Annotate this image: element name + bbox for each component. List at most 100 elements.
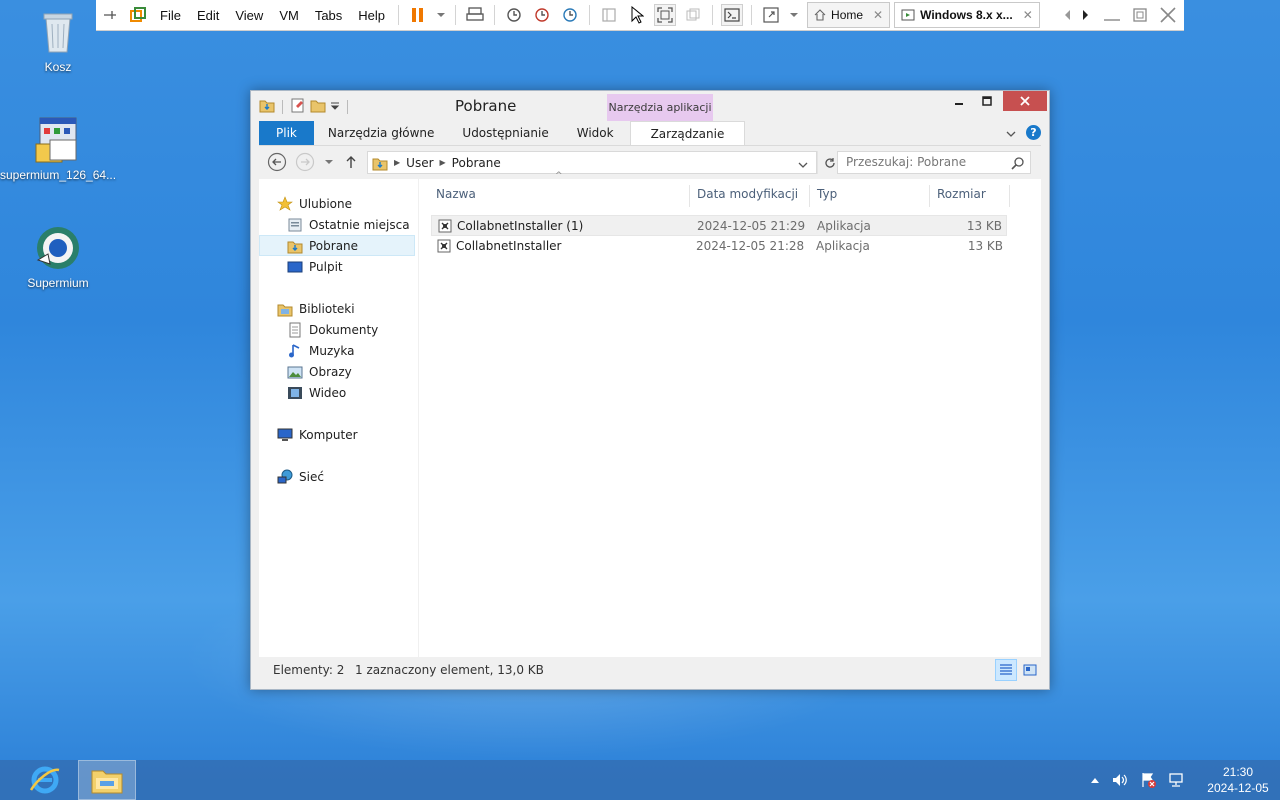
context-tab-group: Narzędzia aplikacji [607,94,713,121]
supermium-browser-icon [34,224,82,272]
maximize-icon[interactable] [1129,4,1151,26]
column-header-size[interactable]: Rozmiar [937,187,986,207]
nav-favorites[interactable]: Ulubione [259,193,415,214]
title-bar[interactable]: Pobrane Narzędzia aplikacji [251,91,1049,121]
close-icon[interactable] [1157,4,1179,26]
tab-share[interactable]: Udostępnianie [448,121,562,145]
flag-alert-icon[interactable] [1140,772,1156,788]
address-bar[interactable]: ▶ User ▶ Pobrane [367,151,817,174]
tab-home[interactable]: Narzędzia główne [314,121,449,145]
nav-computer[interactable]: Komputer [259,424,415,445]
expand-ribbon-icon[interactable] [1006,126,1016,140]
table-row[interactable]: CollabnetInstaller (1) 2024-12-05 21:29 … [431,215,1007,236]
unity-icon[interactable] [682,4,704,26]
nav-documents-label: Dokumenty [309,322,379,337]
forward-button[interactable] [295,152,315,172]
application-icon [437,218,453,237]
tab-scroll-right-icon[interactable] [1080,4,1092,26]
recent-locations-icon[interactable] [319,152,339,172]
nav-downloads[interactable]: Pobrane [259,235,415,256]
up-button[interactable] [341,152,361,172]
chevron-down-icon[interactable] [435,4,447,26]
search-icon[interactable] [1011,156,1024,177]
desktop-icon-supermium[interactable]: Supermium [0,224,116,290]
large-icons-view-button[interactable] [1019,659,1041,681]
nav-music-label: Muzyka [309,343,355,358]
properties-icon[interactable] [290,97,306,116]
breadcrumb-arrow-icon[interactable]: ▶ [440,158,446,167]
tab-manage[interactable]: Zarządzanie [629,121,746,145]
back-button[interactable] [267,152,287,172]
full-screen-icon[interactable] [654,4,677,26]
revert-snapshot-icon[interactable] [531,4,553,26]
qat-separator [347,99,348,114]
nav-libraries-label: Biblioteki [299,301,355,316]
menu-view[interactable]: View [227,0,271,31]
file-explorer-icon [91,770,123,794]
help-icon[interactable]: ? [1026,125,1041,140]
breadcrumb-downloads[interactable]: Pobrane [452,156,501,170]
column-header-name[interactable]: Nazwa [436,187,476,207]
nav-desktop[interactable]: Pulpit [259,256,415,277]
search-input[interactable]: Przeszukaj: Pobrane [837,151,1031,174]
menu-file[interactable]: File [152,0,189,31]
menu-help[interactable]: Help [350,0,393,31]
sidebar-toggle-icon[interactable] [598,4,620,26]
table-row[interactable]: CollabnetInstaller 2024-12-05 21:28 Apli… [431,236,1007,257]
close-button[interactable] [1003,91,1047,111]
maximize-button[interactable] [975,91,999,111]
desktop-icon-recycle-bin[interactable]: Kosz [0,8,116,74]
nav-videos[interactable]: Wideo [259,382,415,403]
column-header-type[interactable]: Typ [817,187,837,207]
nav-recent-places[interactable]: Ostatnie miejsca [259,214,415,235]
nav-downloads-label: Pobrane [309,238,359,253]
nav-libraries[interactable]: Biblioteki [259,298,415,319]
nav-music[interactable]: Muzyka [259,340,415,361]
new-folder-icon[interactable] [310,97,326,116]
file-date: 2024-12-05 21:29 [697,219,806,233]
tab-windows-vm[interactable]: Windows 8.x x... ✕ [894,2,1040,28]
menu-edit[interactable]: Edit [189,0,227,31]
internet-explorer-button[interactable] [16,760,74,800]
snapshot-icon[interactable] [503,4,525,26]
folder-download-icon[interactable] [259,97,275,116]
sort-ascending-icon: ^ [555,171,563,181]
nav-documents[interactable]: Dokumenty [259,319,415,340]
clock[interactable]: 21:30 2024-12-05 [1196,764,1280,796]
chevron-down-icon[interactable] [788,4,800,26]
console-icon[interactable] [721,4,744,26]
minimize-button[interactable] [947,91,971,111]
network-icon[interactable] [1168,772,1184,788]
tab-scroll-left-icon[interactable] [1062,4,1074,26]
chevron-up-icon[interactable] [1090,776,1100,784]
desktop-icon-installer[interactable]: supermium_126_64... [0,116,116,182]
menu-tabs[interactable]: Tabs [307,0,350,31]
close-icon[interactable]: ✕ [873,8,883,22]
breadcrumb-user[interactable]: User [406,156,433,170]
tab-file[interactable]: Plik [259,121,314,145]
nav-network[interactable]: Sieć [259,466,415,487]
send-ctrl-alt-del-icon[interactable] [464,4,486,26]
tab-home[interactable]: Home ✕ [807,2,891,28]
nav-pictures[interactable]: Obrazy [259,361,415,382]
breadcrumb-arrow-icon[interactable]: ▶ [394,158,400,167]
chevron-down-icon[interactable] [330,100,340,114]
address-history-chevron-icon[interactable] [798,157,808,171]
clock-date: 2024-12-05 [1207,781,1269,795]
status-bar: Elementy: 2 1 zaznaczony element, 13,0 K… [259,659,1041,683]
minimize-icon[interactable] [1101,4,1123,26]
file-explorer-button[interactable] [78,760,136,800]
home-icon [814,9,826,21]
speaker-icon[interactable] [1112,773,1128,787]
pause-icon[interactable] [407,4,429,26]
close-icon[interactable]: ✕ [1023,8,1033,22]
tab-view[interactable]: Widok [563,121,628,145]
snapshot-manager-icon[interactable] [559,4,581,26]
menu-vm[interactable]: VM [271,0,307,31]
clock-time: 21:30 [1222,765,1254,779]
details-view-button[interactable] [995,659,1017,681]
column-header-date[interactable]: Data modyfikacji [697,187,798,207]
stretch-icon[interactable] [760,4,782,26]
folder-download-icon [287,238,303,254]
column-divider [689,185,690,207]
